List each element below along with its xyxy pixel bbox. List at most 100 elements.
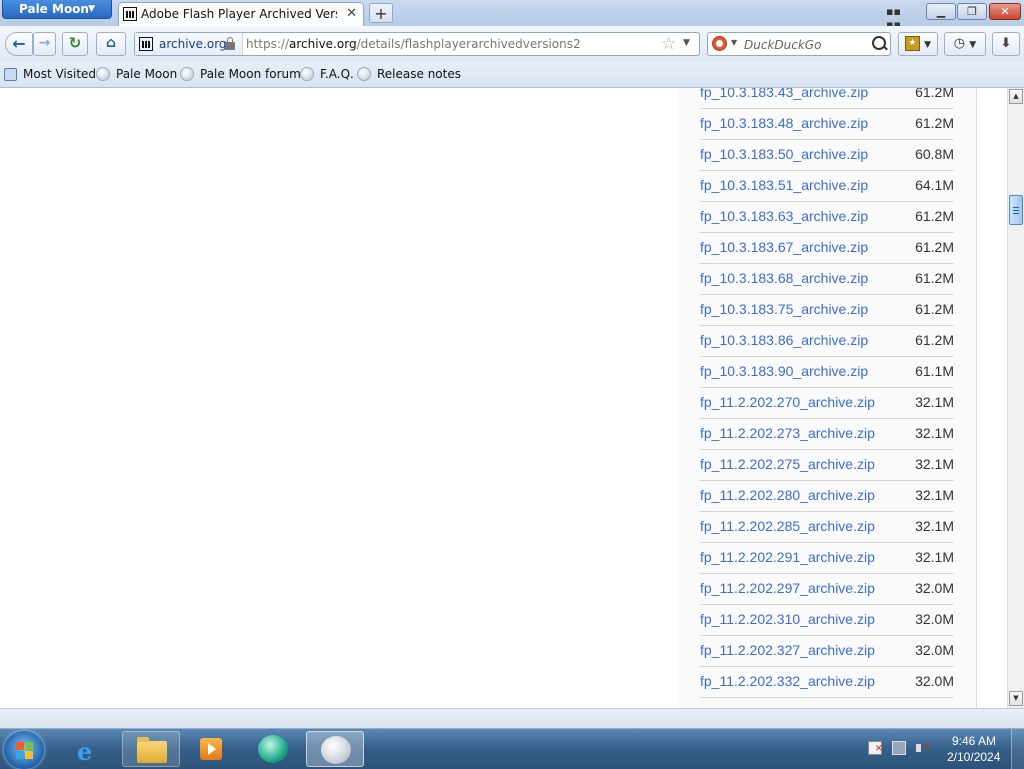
show-desktop-button[interactable] xyxy=(1011,729,1024,769)
back-button[interactable]: ← xyxy=(5,32,33,56)
app-menu-label: Pale Moon xyxy=(19,2,89,16)
taskbar-file-explorer[interactable] xyxy=(122,731,180,767)
site-domain: archive.org xyxy=(159,37,227,51)
page-content: fp_10.3.183.43_archive.zip 61.2M fp_10.3.… xyxy=(0,88,1007,708)
chevron-down-icon[interactable]: ▼ xyxy=(731,38,737,47)
file-link[interactable]: fp_11.2.202.327_archive.zip xyxy=(700,642,875,658)
file-link[interactable]: fp_11.2.202.273_archive.zip xyxy=(700,425,875,441)
taskbar-internet-explorer[interactable]: e xyxy=(60,731,118,767)
search-bar[interactable]: ▼ DuckDuckGo xyxy=(707,32,891,56)
file-link[interactable]: fp_11.2.202.280_archive.zip xyxy=(700,487,875,503)
file-size: 61.2M xyxy=(915,239,954,255)
table-row: fp_10.3.183.50_archive.zip 60.8M xyxy=(700,140,954,171)
forward-button[interactable]: → xyxy=(33,32,56,56)
action-center-icon[interactable] xyxy=(868,741,883,755)
bookmark-faq[interactable]: F.A.Q. xyxy=(300,67,354,81)
table-row: fp_11.2.202.327_archive.zip 32.0M xyxy=(700,636,954,667)
file-link[interactable]: fp_10.3.183.90_archive.zip xyxy=(700,363,868,379)
bookmark-most-visited[interactable]: Most Visited xyxy=(4,67,96,81)
file-size: 61.2M xyxy=(915,115,954,131)
file-link[interactable]: fp_11.2.202.297_archive.zip xyxy=(700,580,875,596)
taskbar: e 9:46 AM 2/10/2024 xyxy=(0,728,1024,769)
file-link[interactable]: fp_10.3.183.51_archive.zip xyxy=(700,177,868,193)
table-row: fp_11.2.202.297_archive.zip 32.0M xyxy=(700,574,954,605)
file-link[interactable]: fp_11.2.202.291_archive.zip xyxy=(700,549,875,565)
volume-muted-icon[interactable] xyxy=(916,741,931,755)
clock-date[interactable]: 2/10/2024 xyxy=(947,750,1000,764)
file-list-panel: fp_10.3.183.43_archive.zip 61.2M fp_10.3.… xyxy=(678,88,977,708)
folder-icon xyxy=(137,737,167,763)
scrollbar-thumb[interactable] xyxy=(1009,195,1023,225)
scroll-down-arrow-icon[interactable]: ▼ xyxy=(1009,691,1023,706)
pale-moon-menu-button[interactable]: Pale Moon ▼ xyxy=(2,0,112,19)
file-link[interactable]: fp_11.2.202.310_archive.zip xyxy=(700,611,875,627)
file-size: 60.8M xyxy=(915,146,954,162)
vertical-scrollbar[interactable]: ▲ ▼ xyxy=(1007,88,1024,708)
file-size: 32.1M xyxy=(915,425,954,441)
bookmark-label: Most Visited xyxy=(23,67,97,81)
new-tab-button[interactable]: + xyxy=(369,3,393,23)
bookmarks-toolbar: Most Visited Pale Moon Pale Moon forum F… xyxy=(0,62,1024,88)
file-link[interactable]: fp_10.3.183.68_archive.zip xyxy=(700,270,868,286)
bookmark-label: Pale Moon forum xyxy=(200,67,301,81)
file-link[interactable]: fp_10.3.183.75_archive.zip xyxy=(700,301,868,317)
taskbar-pale-moon[interactable] xyxy=(306,731,364,767)
taskbar-app[interactable] xyxy=(244,731,302,767)
table-row: fp_10.3.183.68_archive.zip 61.2M xyxy=(700,264,954,295)
bookmark-label: Pale Moon xyxy=(116,67,178,81)
url-prefix: https:// xyxy=(246,37,290,51)
start-button[interactable] xyxy=(4,731,44,769)
table-row: fp_11.2.202.332_archive.zip 32.0M xyxy=(700,667,954,698)
bookmark-label: Release notes xyxy=(377,67,461,81)
file-link[interactable]: fp_11.2.202.285_archive.zip xyxy=(700,518,875,534)
duckduckgo-icon[interactable] xyxy=(712,36,727,51)
bookmark-release-notes[interactable]: Release notes xyxy=(357,67,461,81)
file-link[interactable]: fp_10.3.183.50_archive.zip xyxy=(700,146,868,162)
file-size: 32.1M xyxy=(915,518,954,534)
globe-icon xyxy=(96,67,110,81)
close-tab-icon[interactable]: ✕ xyxy=(346,6,357,21)
network-icon[interactable] xyxy=(892,741,906,755)
history-button[interactable]: ◷ ▼ xyxy=(944,32,986,56)
reload-button[interactable]: ↻ xyxy=(62,32,88,56)
clock-time[interactable]: 9:46 AM xyxy=(952,734,996,748)
downloads-button[interactable]: ⬇ xyxy=(992,32,1020,56)
bookmark-pale-moon-forum[interactable]: Pale Moon forum xyxy=(180,67,301,81)
media-player-icon xyxy=(200,738,222,760)
scroll-up-arrow-icon[interactable]: ▲ xyxy=(1009,89,1023,104)
file-link[interactable]: fp_10.3.183.48_archive.zip xyxy=(700,115,868,131)
file-link[interactable]: fp_10.3.183.67_archive.zip xyxy=(700,239,868,255)
tab-adobe-flash-player[interactable]: Adobe Flash Player Archived Versions : F… xyxy=(118,2,364,26)
file-link[interactable]: fp_10.3.183.86_archive.zip xyxy=(700,332,868,348)
file-link[interactable]: fp_11.2.202.332_archive.zip xyxy=(700,673,875,689)
bookmark-star-icon[interactable]: ☆ xyxy=(661,34,676,54)
file-link[interactable]: fp_10.3.183.63_archive.zip xyxy=(700,208,868,224)
file-size: 61.2M xyxy=(915,88,954,100)
file-size: 32.0M xyxy=(915,580,954,596)
navigation-toolbar: ← → ↻ ⌂ archive.org https://archive.org/… xyxy=(0,26,1024,63)
file-link[interactable]: fp_10.3.183.43_archive.zip xyxy=(700,88,868,100)
status-bar xyxy=(0,708,1024,729)
url-text[interactable]: https://archive.org/details/flashplayera… xyxy=(246,37,581,51)
file-link[interactable]: fp_11.2.202.275_archive.zip xyxy=(700,456,875,472)
restore-button[interactable]: ❐ xyxy=(957,3,987,20)
file-link[interactable]: fp_11.2.202.270_archive.zip xyxy=(700,394,875,410)
lock-icon xyxy=(225,37,235,50)
system-tray: 9:46 AM 2/10/2024 xyxy=(862,729,1024,769)
home-button[interactable]: ⌂ xyxy=(96,32,126,56)
close-window-button[interactable]: ✕ xyxy=(989,3,1021,20)
url-bar[interactable]: archive.org https://archive.org/details/… xyxy=(134,32,700,56)
url-history-dropdown-icon[interactable]: ▼ xyxy=(683,38,690,48)
bookmark-pale-moon[interactable]: Pale Moon xyxy=(96,67,177,81)
bookmarks-menu-button[interactable]: ★ ▼ xyxy=(898,32,938,56)
table-row: fp_11.2.202.291_archive.zip 32.1M xyxy=(700,543,954,574)
taskbar-media-player[interactable] xyxy=(182,731,240,767)
file-size: 32.0M xyxy=(915,642,954,658)
chevron-down-icon: ▼ xyxy=(969,40,977,50)
site-identity-button[interactable]: archive.org xyxy=(135,33,243,55)
globe-icon xyxy=(180,67,194,81)
search-icon[interactable] xyxy=(872,36,886,50)
table-row: fp_11.2.202.275_archive.zip 32.1M xyxy=(700,450,954,481)
title-bar: Pale Moon ▼ Adobe Flash Player Archived … xyxy=(0,0,1024,31)
minimize-button[interactable]: ▁ xyxy=(926,3,956,20)
